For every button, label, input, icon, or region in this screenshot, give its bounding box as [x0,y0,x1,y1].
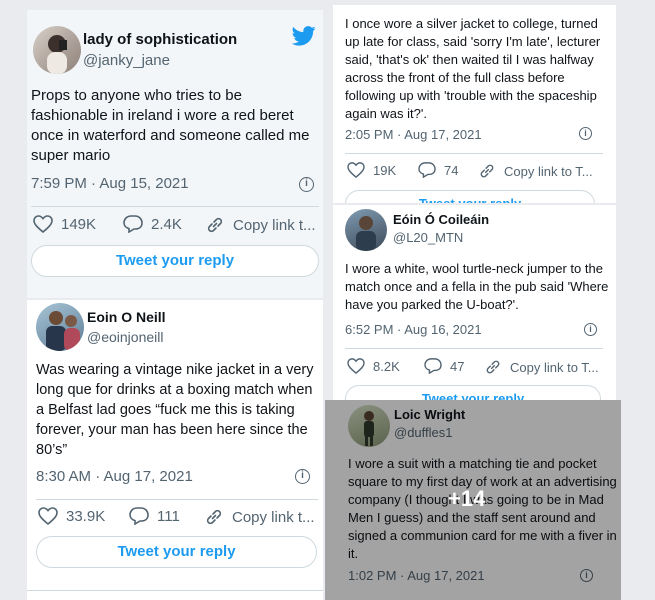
tweet-card-3[interactable]: Eóin Ó Coileáin @L20_MTN I wore a white,… [333,205,616,401]
copy-link-label: Copy link to T... [510,359,599,375]
reply-count: 111 [157,507,180,525]
link-icon [206,509,222,525]
tweet-gallery: lady of sophistication @janky_jane Props… [0,0,655,600]
reply-bubble-icon [424,358,442,374]
link-icon [486,360,500,374]
tweet-card-2[interactable]: I once wore a silver jacket to college, … [333,5,616,203]
tweet-text: I once wore a silver jacket to college, … [345,16,601,121]
reply-count: 74 [444,162,459,178]
like-count: 33.9K [66,507,106,525]
reply-count-button[interactable]: 47 [424,358,464,374]
divider [345,153,603,154]
link-icon [480,164,494,178]
like-button[interactable]: 149K [33,215,96,233]
tweet-author-handle[interactable]: @L20_MTN [393,230,463,245]
reply-count: 47 [450,358,465,374]
tweet-timestamp[interactable]: 2:05 PM · Aug 17, 2021 [345,127,482,142]
reply-count-button[interactable]: 111 [129,507,180,525]
like-count: 19K [373,162,397,178]
like-count: 8.2K [373,358,400,374]
heart-icon [33,215,53,233]
like-count: 149K [61,215,97,233]
tweet-card-4[interactable]: Eoin O Neill @eoinjoneill Was wearing a … [27,300,323,590]
tweet-your-reply-button[interactable]: Tweet your reply [31,245,319,277]
info-icon[interactable]: i [584,323,597,336]
like-button[interactable]: 19K [347,162,396,178]
divider [31,206,319,207]
avatar[interactable] [36,303,84,351]
tweet-card-1[interactable]: lady of sophistication @janky_jane Props… [27,10,323,298]
tweet-timestamp[interactable]: 7:59 PM · Aug 15, 2021 [31,175,189,192]
reply-bubble-icon [129,507,149,525]
tweet-timestamp[interactable]: 6:52 PM · Aug 16, 2021 [345,322,482,337]
tweet-author-handle[interactable]: @janky_jane [83,52,170,69]
twitter-bird-icon[interactable] [291,26,316,51]
copy-link-label: Copy link t... [232,508,315,526]
copy-link-button[interactable]: Copy link to T... [478,162,593,180]
info-icon[interactable]: i [579,127,592,140]
reply-bubble-icon [418,162,436,178]
reply-count: 2.4K [151,215,182,233]
more-images-count[interactable]: +14 [448,486,485,512]
like-button[interactable]: 33.9K [38,507,105,525]
like-button[interactable]: 8.2K [347,358,400,374]
reply-bubble-icon [123,215,143,233]
tweet-text: Was wearing a vintage nike jacket in a v… [36,362,314,458]
tweet-author-name[interactable]: lady of sophistication [83,31,237,48]
tweet-your-reply-button[interactable]: Tweet your reply [36,536,317,568]
tweet-author-name[interactable]: Eóin Ó Coileáin [393,212,489,227]
divider [36,499,318,500]
reply-count-button[interactable]: 74 [418,162,458,178]
info-icon[interactable]: i [295,469,310,484]
tweet-author-name[interactable]: Eoin O Neill [87,309,166,325]
tweet-your-reply-button[interactable]: Tweet your reply [345,190,595,203]
divider [345,348,603,349]
next-tweet-edge [27,590,323,600]
copy-link-label: Copy link t... [233,216,316,234]
tweet-text: Props to anyone who tries to be fashiona… [31,87,310,164]
tweet-text: I wore a white, wool turtle-neck jumper … [345,261,609,312]
copy-link-button[interactable]: Copy link t... [205,215,316,235]
info-icon[interactable]: i [299,177,314,192]
link-icon [207,217,223,233]
avatar[interactable] [33,26,81,74]
heart-icon [38,507,58,525]
tweet-author-handle[interactable]: @eoinjoneill [87,329,163,345]
avatar[interactable] [345,209,387,251]
heart-icon [347,358,365,374]
copy-link-button[interactable]: Copy link to T... [484,358,599,376]
copy-link-button[interactable]: Copy link t... [204,507,315,527]
copy-link-label: Copy link to T... [504,163,593,179]
heart-icon [347,162,365,178]
reply-count-button[interactable]: 2.4K [123,215,182,233]
tweet-your-reply-button[interactable]: Tweet your reply [345,385,601,401]
tweet-timestamp[interactable]: 8:30 AM · Aug 17, 2021 [36,468,193,485]
